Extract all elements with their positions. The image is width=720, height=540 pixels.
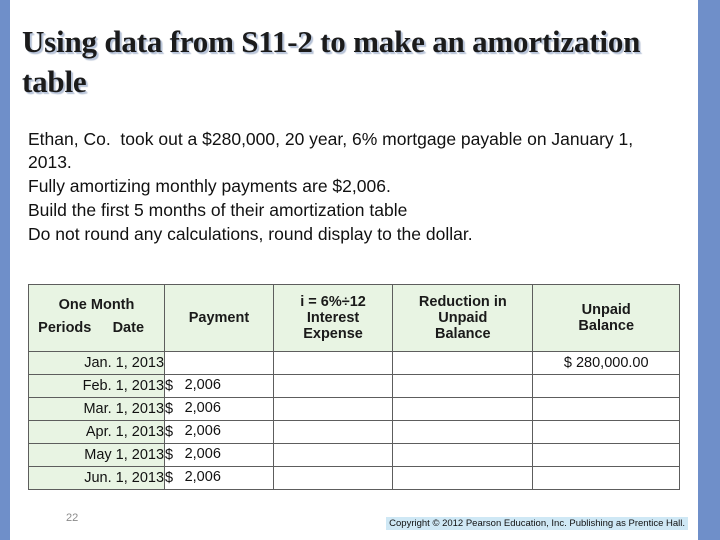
body-line-1: Ethan, Co. took out a $280,000, 20 year,… xyxy=(28,129,639,172)
header-payment-label: Payment xyxy=(188,309,250,326)
cell-payment xyxy=(164,351,274,375)
cell-payment: $ 2,006 xyxy=(164,443,274,467)
cell-interest xyxy=(272,466,394,490)
cell-payment-symbol: $ xyxy=(165,424,174,440)
cell-payment-amount: 2,006 xyxy=(184,400,221,416)
cell-balance: $ 280,000.00 xyxy=(532,351,680,375)
cell-interest xyxy=(272,351,394,375)
column-header-reduction-unpaid-balance: Reduction in Unpaid Balance xyxy=(392,284,534,352)
cell-payment-symbol: $ xyxy=(165,447,174,463)
header-interest-line3: Expense xyxy=(303,326,363,343)
slide-number: 22 xyxy=(66,512,79,524)
header-periods-split: Periods Date xyxy=(33,313,160,339)
cell-interest xyxy=(272,397,394,421)
cell-payment-amount: 2,006 xyxy=(184,423,221,439)
cell-payment-symbol: $ xyxy=(165,470,174,486)
column-header-interest-expense: i = 6%÷12 Interest Expense xyxy=(272,284,394,352)
column-header-payment: Payment xyxy=(164,284,274,352)
header-periods-line3: Date xyxy=(112,319,145,336)
left-accent-bar xyxy=(0,0,10,540)
header-reduction-line2: Unpaid xyxy=(438,309,488,326)
table-row: May 1, 2013 $ 2,006 xyxy=(27,443,680,467)
page-title: Using data from S11-2 to make an amortiz… xyxy=(22,24,641,99)
cell-payment: $ 2,006 xyxy=(164,466,274,490)
cell-payment-symbol: $ xyxy=(165,401,174,417)
header-unpaid-line1: Unpaid xyxy=(581,301,631,318)
table-row: Mar. 1, 2013 $ 2,006 xyxy=(27,397,680,421)
table-row: Feb. 1, 2013 $ 2,006 xyxy=(27,374,680,398)
title-block: Using data from S11-2 to make an amortiz… xyxy=(22,22,662,101)
cell-payment-amount: 2,006 xyxy=(184,469,221,485)
body-line-2: Fully amortizing monthly payments are $2… xyxy=(28,175,391,196)
cell-balance xyxy=(532,420,680,444)
header-reduction-line1: Reduction in xyxy=(418,293,507,310)
cell-interest xyxy=(272,374,394,398)
cell-payment: $ 2,006 xyxy=(164,420,274,444)
header-reduction-line3: Balance xyxy=(435,326,491,343)
column-header-unpaid-balance: Unpaid Balance xyxy=(532,284,680,352)
header-periods-line2: Periods xyxy=(38,319,92,336)
cell-date: Jun. 1, 2013 xyxy=(27,466,166,490)
body-text-block: Ethan, Co. took out a $280,000, 20 year,… xyxy=(28,128,668,247)
cell-reduction xyxy=(392,397,534,421)
table-body: Jan. 1, 2013 $ 280,000.00 Feb. 1, 2013 $… xyxy=(27,351,680,490)
cell-balance xyxy=(532,374,680,398)
cell-interest xyxy=(272,443,394,467)
table-header-row: One Month Periods Date Payment i = 6%÷12… xyxy=(27,284,680,352)
table-row: Apr. 1, 2013 $ 2,006 xyxy=(27,420,680,444)
cell-balance xyxy=(532,443,680,467)
right-accent-bar xyxy=(698,0,720,540)
body-line-3: Build the first 5 months of their amorti… xyxy=(28,199,408,220)
cell-date: May 1, 2013 xyxy=(27,443,166,467)
cell-date: Apr. 1, 2013 xyxy=(27,420,166,444)
cell-reduction xyxy=(392,351,534,375)
header-unpaid-line2: Balance xyxy=(578,318,635,334)
header-periods-line1: One Month xyxy=(58,296,135,313)
table-row: Jun. 1, 2013 $ 2,006 xyxy=(27,466,680,490)
right-accent-bar-gap xyxy=(694,0,698,540)
cell-payment: $ 2,006 xyxy=(164,374,274,398)
cell-balance xyxy=(532,466,680,490)
cell-payment-symbol: $ xyxy=(165,378,174,394)
cell-reduction xyxy=(392,443,534,467)
column-header-periods-date: One Month Periods Date xyxy=(27,284,166,352)
header-interest-line2: Interest xyxy=(306,309,360,326)
cell-date: Mar. 1, 2013 xyxy=(27,397,166,421)
cell-payment: $ 2,006 xyxy=(164,397,274,421)
amortization-table-wrapper: One Month Periods Date Payment i = 6%÷12… xyxy=(27,284,680,490)
slide: Using data from S11-2 to make an amortiz… xyxy=(0,0,720,540)
table-row: Jan. 1, 2013 $ 280,000.00 xyxy=(27,351,680,375)
cell-reduction xyxy=(392,420,534,444)
cell-payment-amount: 2,006 xyxy=(184,377,221,393)
copyright-notice: Copyright © 2012 Pearson Education, Inc.… xyxy=(386,517,688,530)
amortization-table: One Month Periods Date Payment i = 6%÷12… xyxy=(27,284,680,490)
header-interest-line1: i = 6%÷12 xyxy=(300,293,366,310)
cell-interest xyxy=(272,420,394,444)
body-line-4: Do not round any calculations, round dis… xyxy=(28,223,473,244)
cell-reduction xyxy=(392,374,534,398)
cell-reduction xyxy=(392,466,534,490)
cell-date: Feb. 1, 2013 xyxy=(27,374,166,398)
cell-balance xyxy=(532,397,680,421)
cell-date: Jan. 1, 2013 xyxy=(27,351,166,375)
cell-payment-amount: 2,006 xyxy=(184,446,221,462)
